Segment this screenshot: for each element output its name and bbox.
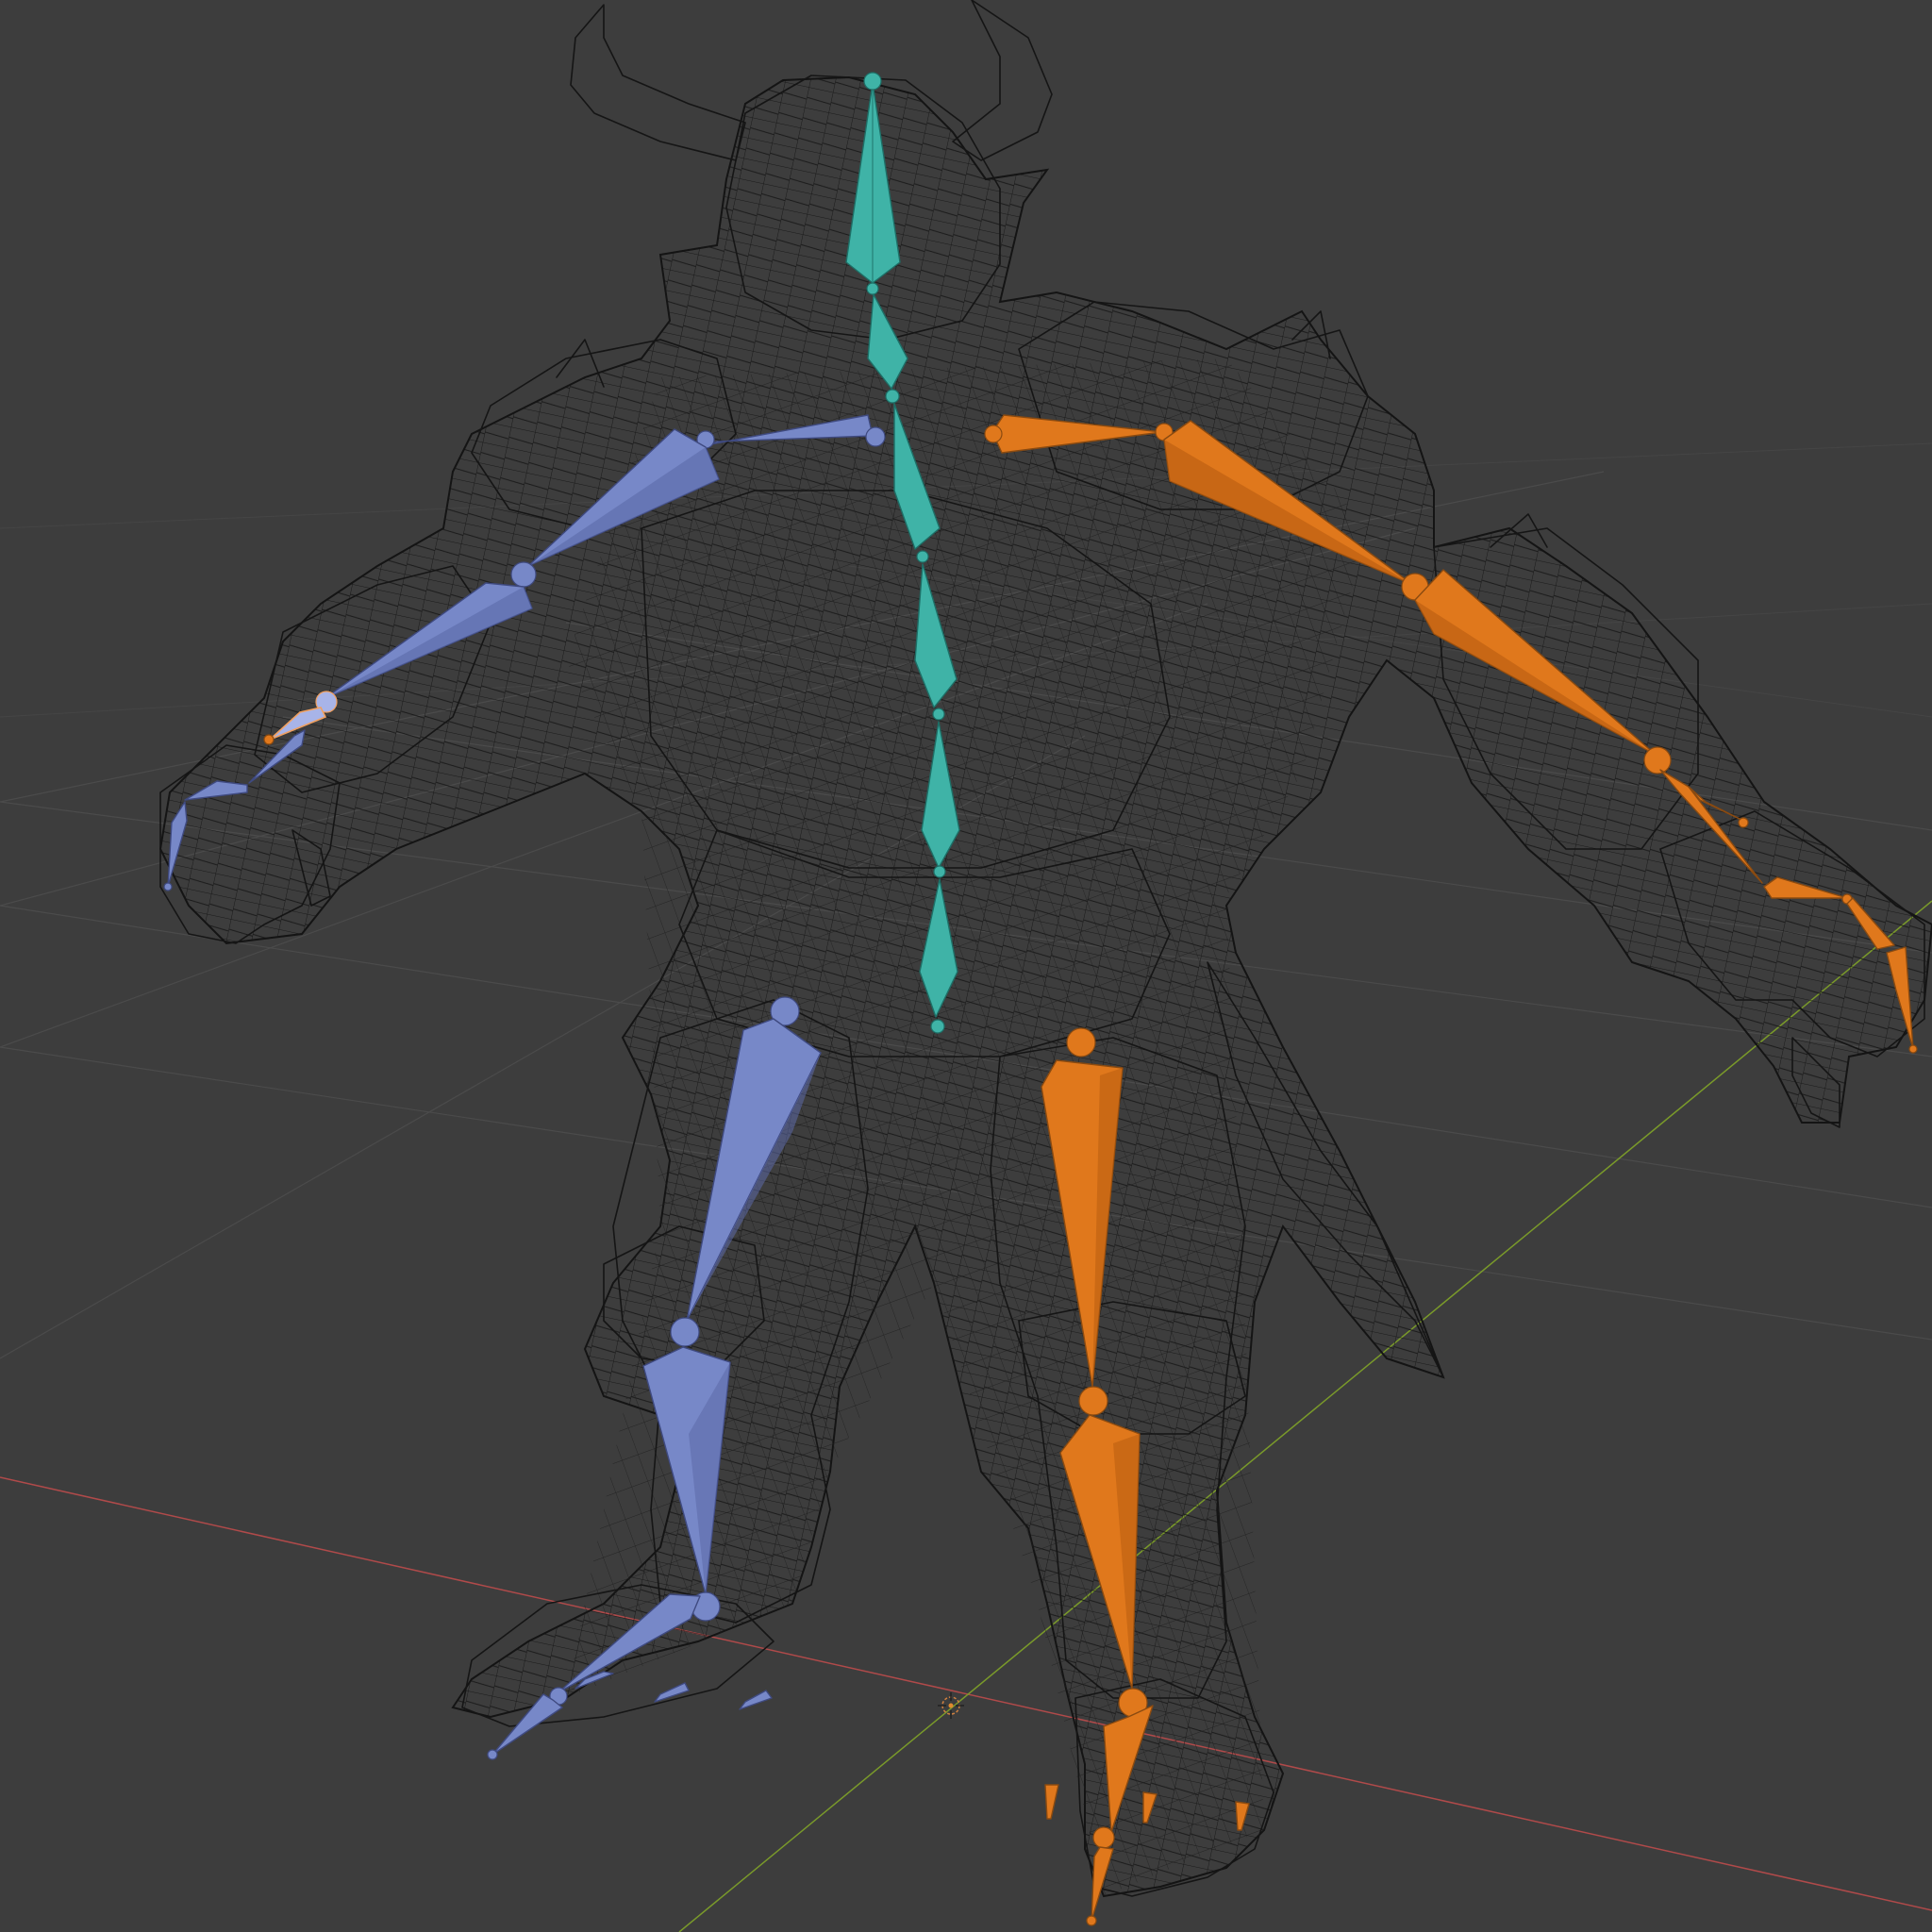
joint-right-knee[interactable]	[1078, 1386, 1108, 1416]
joint-right-toe-tip[interactable]	[1086, 1915, 1097, 1926]
x-axis-line	[0, 1476, 1932, 1911]
joint-right-finger-tip[interactable]	[1908, 1044, 1918, 1054]
joint-left-toe-tip[interactable]	[487, 1749, 498, 1760]
joint-spine-upper[interactable]	[932, 708, 945, 721]
mesh-right-horn	[952, 0, 1053, 161]
bone-right-toe-small-1[interactable]	[1044, 1784, 1059, 1820]
joint-right-clavicle-start[interactable]	[984, 425, 1003, 443]
joint-left-clavicle-start[interactable]	[865, 426, 886, 447]
character-wireframe-mesh[interactable]	[158, 0, 1932, 1898]
joint-right-hand-side[interactable]	[1738, 817, 1749, 828]
joint-left-elbow[interactable]	[510, 561, 537, 588]
joint-spine-mid[interactable]	[933, 865, 946, 878]
mesh-left-horn	[570, 4, 746, 161]
joint-head-tip[interactable]	[863, 72, 882, 91]
joint-right-hip[interactable]	[1066, 1027, 1096, 1058]
joint-neck-base[interactable]	[885, 389, 900, 404]
viewport-scene[interactable]	[0, 0, 1932, 1932]
joint-right-toe-base[interactable]	[1092, 1826, 1115, 1849]
joint-chest-base[interactable]	[916, 550, 929, 563]
3d-viewport[interactable]	[0, 0, 1932, 1932]
joint-left-knee[interactable]	[670, 1317, 700, 1347]
3d-cursor-icon[interactable]	[938, 1692, 964, 1719]
joint-left-hand-tip[interactable]	[263, 734, 275, 745]
joint-right-wrist[interactable]	[1643, 746, 1672, 774]
joint-neck-top[interactable]	[866, 282, 879, 295]
bone-left-toe-small-2[interactable]	[654, 1682, 690, 1703]
bone-left-toe-small-3[interactable]	[739, 1690, 773, 1710]
joint-left-finger-tip[interactable]	[163, 882, 173, 891]
joint-hips[interactable]	[930, 1019, 945, 1034]
